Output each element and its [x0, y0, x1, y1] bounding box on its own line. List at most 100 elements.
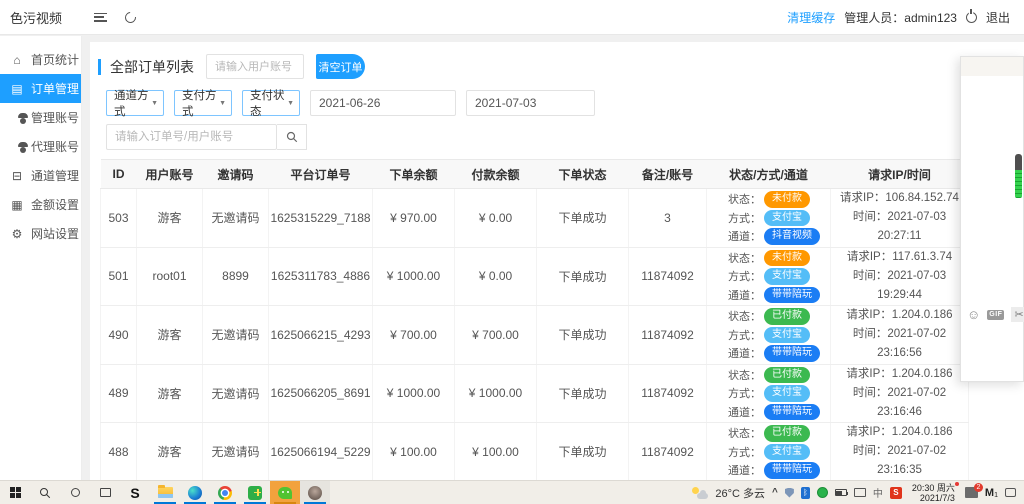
- chat-window-titlebar: [961, 57, 1023, 76]
- channel-badge: 抖音视频: [764, 228, 820, 245]
- order-search-input[interactable]: [106, 124, 277, 150]
- sidebar-item-channel-management[interactable]: ⊟ 通道管理: [0, 161, 81, 190]
- collapse-menu-icon[interactable]: [94, 12, 107, 22]
- cell-remark: 3: [628, 188, 707, 248]
- filter-row-middle: 通道方式 ▼ 支付方式 ▼ 支付状态 ▼: [106, 90, 1024, 118]
- action-center-icon[interactable]: [1005, 488, 1016, 497]
- pay-method-select[interactable]: 支付方式 ▼: [174, 90, 232, 118]
- gif-icon[interactable]: GIF: [987, 309, 1005, 320]
- task-view-button[interactable]: [90, 481, 120, 504]
- cortana-button[interactable]: [60, 481, 90, 504]
- cell-ip-time: 请求IP：1.204.0.186 时间：2021-07-02 23:16:35: [830, 422, 969, 480]
- notification-dot: [954, 481, 959, 486]
- weather-icon[interactable]: [692, 486, 709, 499]
- sidebar-item-home-stats[interactable]: ⌂ 首页统计: [0, 45, 81, 74]
- col-order-status: 下单状态: [536, 159, 629, 189]
- sidebar-item-amount-settings[interactable]: ▦ 金额设置: [0, 190, 81, 219]
- sidebar-item-order-management[interactable]: ▤ 订单管理: [0, 74, 81, 103]
- chevron-down-icon: ▼: [219, 99, 226, 107]
- cell-invite: 无邀请码: [202, 422, 269, 480]
- file-explorer-button[interactable]: [150, 481, 180, 504]
- cell-order-no: 1625311783_4886: [268, 247, 373, 306]
- account-input[interactable]: [206, 54, 304, 79]
- bluetooth-icon[interactable]: ᛒ: [800, 486, 810, 499]
- weather-text[interactable]: 26°C 多云: [715, 485, 765, 501]
- chat-toolbar: ☺ GIF ✂: [967, 307, 1024, 322]
- sidebar-item-admin-accounts[interactable]: 管理账号: [0, 103, 81, 132]
- col-status-method-channel: 状态/方式/通道: [706, 159, 831, 189]
- cell-paid-amount: ¥ 1000.00: [454, 364, 537, 423]
- date-from-input[interactable]: [310, 90, 456, 116]
- system-tray: 26°C 多云 ^ ᛒ 中 S 20:30 周六 2021/7/3 2 M1: [692, 481, 1024, 504]
- emoji-icon[interactable]: ☺: [967, 308, 980, 321]
- cell-status: 状态： 已付款 方式： 支付宝 通道： 带带陪玩: [706, 364, 831, 423]
- scrollbar[interactable]: [1015, 154, 1022, 198]
- hidden-icons-chevron[interactable]: ^: [772, 487, 778, 498]
- search-button[interactable]: [277, 124, 307, 150]
- start-button[interactable]: [0, 481, 30, 504]
- status-badge: 已付款: [764, 308, 810, 325]
- chrome-icon: [218, 485, 232, 500]
- avatar-app-button[interactable]: [300, 481, 330, 504]
- pay-status-select[interactable]: 支付状态 ▼: [242, 90, 300, 118]
- status-badge: 未付款: [764, 191, 810, 208]
- col-paid-amount: 付款余额: [454, 159, 537, 189]
- s-app-icon: S: [130, 484, 140, 501]
- cell-id: 489: [100, 364, 137, 423]
- method-badge: 支付宝: [764, 443, 810, 460]
- s-app-button[interactable]: S: [120, 481, 150, 504]
- sidebar-item-label: 金额设置: [31, 198, 80, 212]
- security-shield-icon[interactable]: [784, 487, 794, 498]
- cell-order-amount: ¥ 100.00: [372, 422, 455, 480]
- clear-orders-button[interactable]: 清空订单: [316, 54, 365, 79]
- clear-cache-link[interactable]: 清理缓存: [787, 9, 835, 26]
- cell-status: 状态： 已付款 方式： 支付宝 通道： 带带陪玩: [706, 305, 831, 365]
- display-icon[interactable]: [853, 488, 866, 497]
- cell-account: 游客: [136, 188, 203, 248]
- col-invite: 邀请码: [202, 159, 269, 189]
- channel-method-select[interactable]: 通道方式 ▼: [106, 90, 164, 118]
- cell-ip-time: 请求IP：117.61.3.74 时间：2021-07-03 19:29:44: [830, 247, 969, 306]
- chevron-down-icon: ▼: [287, 99, 294, 107]
- scrollbar-thumb[interactable]: [1015, 154, 1022, 170]
- logout-button[interactable]: 退出: [986, 9, 1010, 26]
- wechat-button[interactable]: [270, 481, 300, 504]
- banknote-icon: ▦: [11, 197, 23, 212]
- sidebar-item-agent-accounts[interactable]: 代理账号: [0, 132, 81, 161]
- cell-order-no: 1625315229_7188: [268, 188, 373, 248]
- cell-order-status: 下单成功: [536, 305, 629, 365]
- home-icon: ⌂: [13, 52, 21, 67]
- taskbar-search-button[interactable]: [30, 481, 60, 504]
- filter-row-search: [106, 124, 1024, 150]
- date-to-input[interactable]: [466, 90, 595, 116]
- col-ip-time: 请求IP/时间: [830, 159, 969, 189]
- green-tray-icon[interactable]: [816, 487, 828, 498]
- cell-order-no: 1625066215_4293: [268, 305, 373, 365]
- scissors-icon[interactable]: ✂: [1011, 307, 1024, 322]
- chrome-button[interactable]: [210, 481, 240, 504]
- table-row: 503 游客 无邀请码 1625315229_7188 ¥ 970.00 ¥ 0…: [100, 188, 969, 248]
- sidebar-item-site-settings[interactable]: ⚙ 网站设置: [0, 219, 81, 248]
- cell-id: 490: [100, 305, 137, 365]
- desktop: 色污视频 清理缓存 管理人员：admin123 退出 ⌂ 首页统计 ▤ 订单管理…: [0, 0, 1024, 504]
- ime-indicator[interactable]: M1: [985, 487, 998, 499]
- refresh-icon[interactable]: [122, 9, 139, 25]
- green-app-button[interactable]: [240, 481, 270, 504]
- sogou-icon[interactable]: S: [889, 486, 902, 499]
- cell-invite: 8899: [202, 247, 269, 306]
- windows-logo-icon: [9, 487, 21, 498]
- battery-icon[interactable]: [834, 489, 849, 496]
- sidebar-item-label: 通道管理: [31, 169, 80, 183]
- cell-paid-amount: ¥ 0.00: [454, 247, 537, 306]
- edge-button[interactable]: [180, 481, 210, 504]
- power-icon[interactable]: [965, 8, 977, 23]
- folder-icon: [157, 485, 173, 498]
- language-indicator[interactable]: 中: [873, 485, 883, 500]
- cell-status: 状态： 未付款 方式： 支付宝 通道： 带带陪玩: [706, 247, 831, 306]
- notification-center-icon[interactable]: 2: [964, 483, 983, 498]
- filter-row-top: 全部订单列表 清空订单: [98, 54, 1024, 79]
- cell-ip-time: 请求IP：106.84.152.74 时间：2021-07-03 20:27:1…: [830, 188, 969, 248]
- status-badge: 已付款: [764, 425, 810, 442]
- taskbar-clock[interactable]: 20:30 周六 2021/7/3: [909, 481, 959, 503]
- sidebar-item-label: 网站设置: [31, 227, 80, 241]
